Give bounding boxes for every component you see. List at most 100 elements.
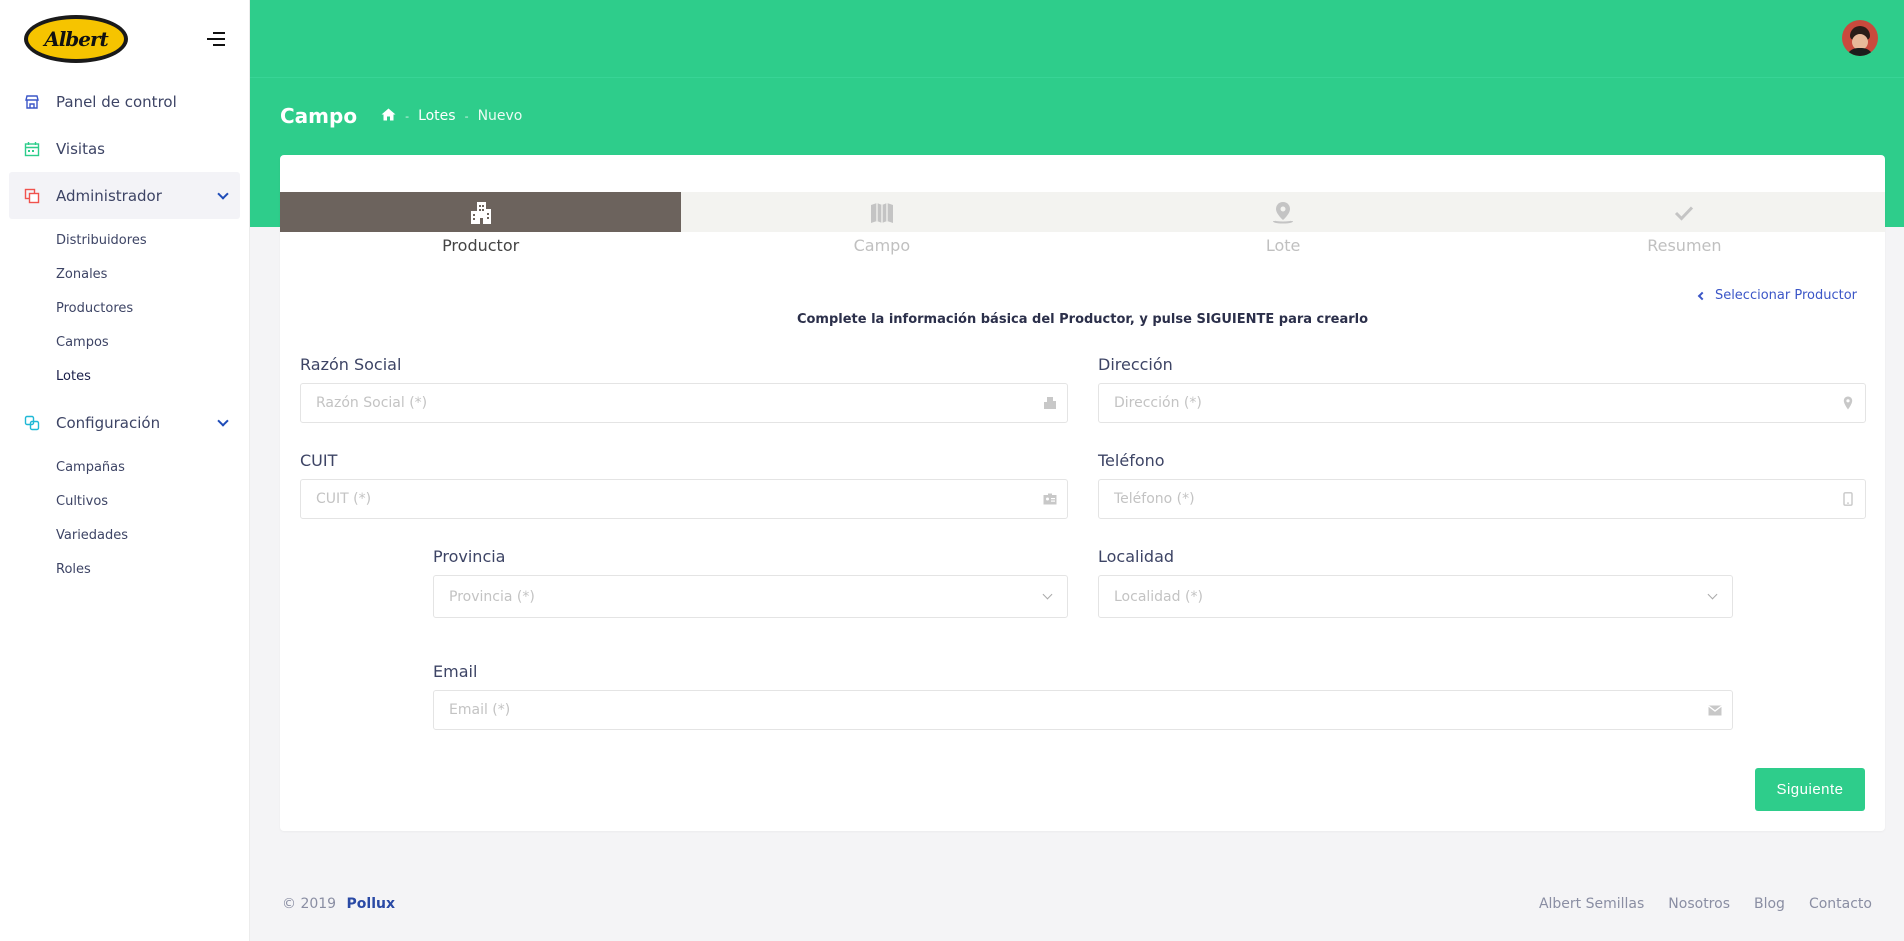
sidebar-item-label: Visitas <box>56 139 105 158</box>
select-productor-link[interactable]: Seleccionar Productor <box>1697 288 1857 303</box>
envelope-icon <box>1708 703 1722 717</box>
page-header: Campo - Lotes - Nuevo <box>280 104 522 128</box>
provincia-select[interactable]: Provincia (*) <box>433 575 1068 618</box>
razon-social-input[interactable]: Razón Social (*) <box>300 383 1068 423</box>
step-label: Campo <box>853 236 911 255</box>
user-avatar[interactable] <box>1842 20 1878 56</box>
field-localidad: Localidad Localidad (*) <box>1098 547 1733 618</box>
footer-copyright: © 2019 Pollux <box>282 896 395 912</box>
footer-link-albert-semillas[interactable]: Albert Semillas <box>1539 896 1644 912</box>
email-input[interactable]: Email (*) <box>433 690 1733 730</box>
sidebar-subitem-productores[interactable]: Productores <box>0 291 249 325</box>
chevron-down-icon <box>217 415 229 427</box>
breadcrumb-lotes[interactable]: Lotes <box>418 108 456 124</box>
sidebar-subitem-zonales[interactable]: Zonales <box>0 257 249 291</box>
field-direccion: Dirección Dirección (*) <box>1098 355 1866 423</box>
cuit-input[interactable]: CUIT (*) <box>300 479 1068 519</box>
email-placeholder: Email (*) <box>449 702 511 718</box>
calendar-icon <box>24 141 40 157</box>
step-productor[interactable]: Productor <box>280 192 682 255</box>
sidebar-subitem-campanas[interactable]: Campañas <box>0 450 249 484</box>
admin-subnav: Distribuidores Zonales Productores Campo… <box>0 219 249 399</box>
footer-link-blog[interactable]: Blog <box>1754 896 1785 912</box>
top-bar <box>250 0 1904 78</box>
telefono-placeholder: Teléfono (*) <box>1114 491 1195 507</box>
sidebar-item-administrador[interactable]: Administrador <box>9 172 240 219</box>
sidebar-subitem-roles[interactable]: Roles <box>0 552 249 586</box>
sidebar-nav-config: Configuración <box>0 399 249 446</box>
sidebar-item-panel-de-control[interactable]: Panel de control <box>0 78 249 125</box>
sidebar-nav: Panel de control Visitas Administrador <box>0 78 249 219</box>
sidebar-item-label: Administrador <box>56 186 162 205</box>
logo-inner: Albert <box>28 19 124 59</box>
sidebar: Albert Panel de control Visitas Administ… <box>0 0 250 941</box>
menu-toggle-icon[interactable] <box>207 32 225 46</box>
sidebar-subitem-cultivos[interactable]: Cultivos <box>0 484 249 518</box>
localidad-select[interactable]: Localidad (*) <box>1098 575 1733 618</box>
provincia-label: Provincia <box>433 547 506 566</box>
logo-text: Albert <box>44 27 109 51</box>
sidebar-item-visitas[interactable]: Visitas <box>0 125 249 172</box>
layers-icon <box>24 415 40 431</box>
albert-logo[interactable]: Albert <box>24 15 128 63</box>
wizard-card: Productor Campo Lote Resumen Seleccionar… <box>280 155 1885 831</box>
mobile-icon <box>1841 492 1855 506</box>
map-icon <box>869 200 895 226</box>
page-title: Campo <box>280 104 358 128</box>
next-button[interactable]: Siguiente <box>1755 768 1865 811</box>
cuit-label: CUIT <box>300 451 338 470</box>
field-cuit: CUIT CUIT (*) <box>300 451 1068 519</box>
step-resumen[interactable]: Resumen <box>1484 192 1885 255</box>
razon-social-label: Razón Social <box>300 355 402 374</box>
step-label: Resumen <box>1647 236 1722 255</box>
select-productor-label: Seleccionar Productor <box>1714 288 1857 303</box>
breadcrumb-nuevo: Nuevo <box>477 108 523 124</box>
home-icon[interactable] <box>381 108 396 125</box>
sidebar-subitem-lotes[interactable]: Lotes <box>0 359 249 393</box>
copy-icon <box>24 188 40 204</box>
sidebar-subitem-campos[interactable]: Campos <box>0 325 249 359</box>
map-marker-icon <box>1841 396 1855 410</box>
step-campo[interactable]: Campo <box>681 192 1082 255</box>
sidebar-item-configuracion[interactable]: Configuración <box>0 399 249 446</box>
sidebar-subitem-distribuidores[interactable]: Distribuidores <box>0 223 249 257</box>
form-instruction: Complete la información básica del Produ… <box>796 312 1369 327</box>
id-card-icon <box>1043 492 1057 506</box>
field-provincia: Provincia Provincia (*) <box>433 547 1068 618</box>
footer-brand-link[interactable]: Pollux <box>347 896 395 912</box>
store-icon <box>24 94 40 110</box>
field-email: Email Email (*) <box>433 662 1733 730</box>
chevron-down-icon <box>1042 589 1053 600</box>
telefono-label: Teléfono <box>1098 451 1165 470</box>
footer-link-contacto[interactable]: Contacto <box>1809 896 1872 912</box>
chevron-down-icon <box>217 188 229 200</box>
config-subnav: Campañas Cultivos Variedades Roles <box>0 446 249 592</box>
breadcrumb-separator: - <box>405 109 410 123</box>
step-lote[interactable]: Lote <box>1083 192 1484 255</box>
sidebar-item-label: Panel de control <box>56 92 177 111</box>
logo-row: Albert <box>0 0 249 78</box>
provincia-placeholder: Provincia (*) <box>449 588 535 605</box>
direccion-placeholder: Dirección (*) <box>1114 395 1202 411</box>
wizard-steps: Productor Campo Lote Resumen <box>280 192 1885 255</box>
chevron-down-icon <box>1707 589 1718 600</box>
footer-link-nosotros[interactable]: Nosotros <box>1668 896 1730 912</box>
map-marker-icon <box>1270 200 1296 226</box>
breadcrumb: - Lotes - Nuevo <box>381 108 522 125</box>
localidad-placeholder: Localidad (*) <box>1114 588 1203 605</box>
field-razon-social: Razón Social Razón Social (*) <box>300 355 1068 423</box>
building-icon <box>1043 396 1057 410</box>
step-label: Productor <box>442 236 520 255</box>
email-label: Email <box>433 662 478 681</box>
footer-links: Albert Semillas Nosotros Blog Contacto <box>1515 896 1872 912</box>
chevron-left-icon <box>1697 291 1707 300</box>
check-icon <box>1671 200 1697 226</box>
telefono-input[interactable]: Teléfono (*) <box>1098 479 1866 519</box>
direccion-label: Dirección <box>1098 355 1173 374</box>
step-label: Lote <box>1265 236 1301 255</box>
localidad-label: Localidad <box>1098 547 1175 566</box>
direccion-input[interactable]: Dirección (*) <box>1098 383 1866 423</box>
building-icon <box>468 200 494 226</box>
cuit-placeholder: CUIT (*) <box>316 491 372 507</box>
sidebar-subitem-variedades[interactable]: Variedades <box>0 518 249 552</box>
